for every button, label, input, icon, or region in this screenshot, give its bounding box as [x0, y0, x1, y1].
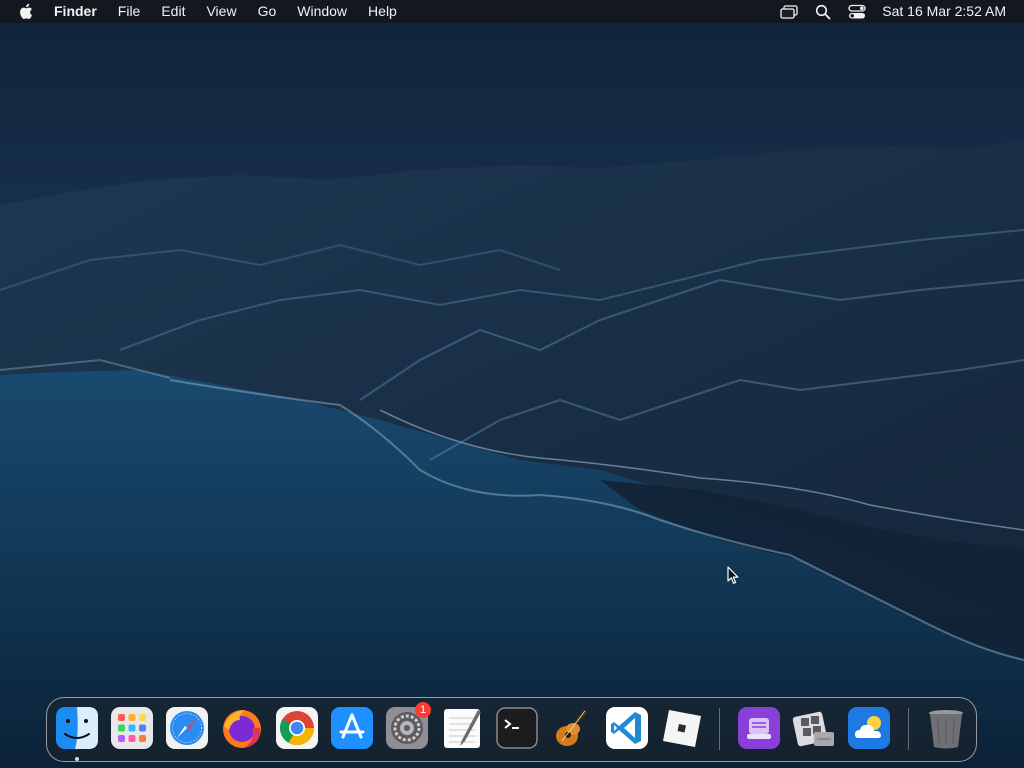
terminal-icon [496, 707, 538, 749]
dock-firefox[interactable] [220, 706, 264, 750]
menu-app-name[interactable]: Finder [54, 0, 97, 23]
app-store-icon [331, 707, 373, 749]
dock-boot-camp[interactable] [792, 706, 836, 750]
menu-view[interactable]: View [206, 0, 236, 23]
dock-roblox[interactable] [659, 706, 703, 750]
system-preferences-badge: 1 [415, 702, 431, 718]
apple-logo-icon[interactable] [18, 3, 34, 20]
textedit-icon [444, 709, 481, 748]
trash-icon [929, 710, 963, 749]
dock-trash[interactable] [924, 706, 968, 750]
dock-textedit[interactable] [440, 706, 484, 750]
purple-app-icon [738, 707, 780, 749]
firefox-icon [223, 710, 261, 748]
menu-edit[interactable]: Edit [161, 0, 185, 23]
dock-weather[interactable] [847, 706, 891, 750]
dock-safari[interactable] [165, 706, 209, 750]
dock-podcasts[interactable] [737, 706, 781, 750]
dock-vscode[interactable] [605, 706, 649, 750]
finder-running-indicator [75, 757, 79, 761]
vscode-icon [606, 707, 648, 749]
dock-chrome[interactable] [275, 706, 319, 750]
menu-go[interactable]: Go [258, 0, 277, 23]
garageband-icon [556, 709, 588, 746]
dock-launchpad[interactable] [110, 706, 154, 750]
menu-window[interactable]: Window [297, 0, 347, 23]
menu-bar-right: Sat 16 Mar 2:52 AM [765, 0, 1006, 23]
weather-icon [848, 707, 890, 749]
menu-file[interactable]: File [118, 0, 141, 23]
dock: 1 [46, 697, 977, 762]
roblox-icon [663, 710, 701, 747]
control-center-icon[interactable] [847, 3, 867, 21]
desktop-wallpaper [0, 0, 1024, 768]
menu-bar-left: Finder File Edit View Go Window Help [18, 0, 418, 23]
dock-divider-trash [908, 708, 909, 750]
dock-terminal[interactable] [495, 706, 539, 750]
launchpad-icon [111, 707, 153, 749]
boot-camp-icon [792, 711, 834, 747]
spotlight-search-icon[interactable] [813, 3, 833, 21]
safari-icon [166, 707, 208, 749]
menu-help[interactable]: Help [368, 0, 397, 23]
dock-app-store[interactable] [330, 706, 374, 750]
dock-divider [719, 708, 720, 750]
chrome-icon [276, 707, 318, 749]
menu-bar: Finder File Edit View Go Window Help Sat… [0, 0, 1024, 23]
dock-garageband[interactable] [550, 706, 594, 750]
finder-icon [56, 707, 98, 749]
menu-bar-clock[interactable]: Sat 16 Mar 2:52 AM [882, 0, 1006, 23]
screen-mirroring-icon[interactable] [779, 3, 799, 21]
mouse-pointer-icon [727, 566, 739, 585]
dock-finder[interactable] [55, 706, 99, 750]
